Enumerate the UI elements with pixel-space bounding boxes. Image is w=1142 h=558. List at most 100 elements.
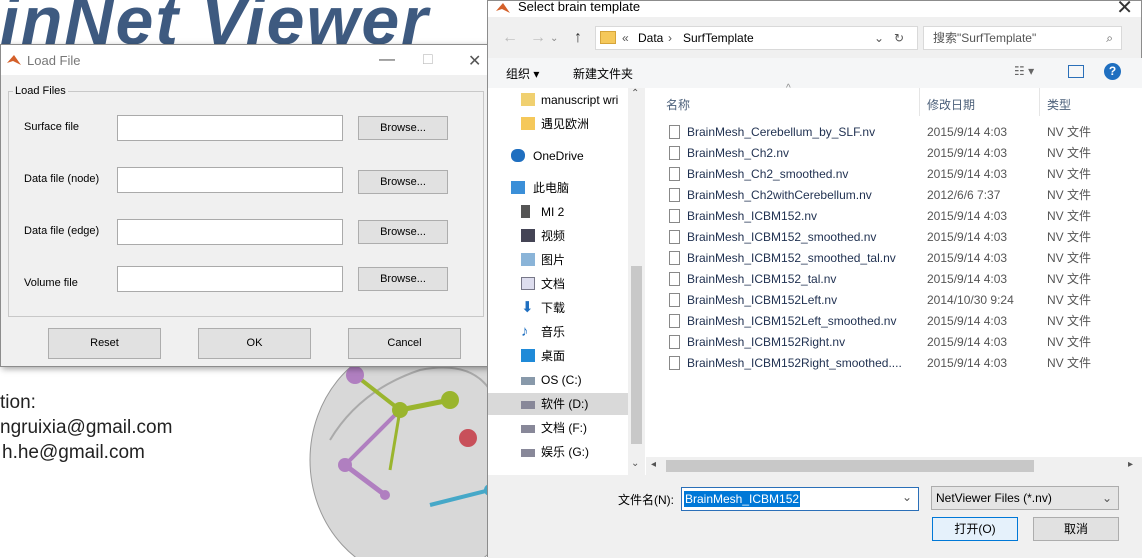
refresh-icon[interactable]: ↻ [894,27,904,49]
scroll-thumb[interactable] [631,266,642,444]
nav-label: 图片 [541,253,566,267]
file-row[interactable]: BrainMesh_ICBM152Left.nv 2014/10/30 9:24 N… [666,290,1136,311]
chevron-down-icon[interactable]: ⌄ [550,33,558,44]
nav-item-videos[interactable]: 视频 [488,225,628,247]
nav-item-folder[interactable]: 遇见欧洲 [488,113,628,135]
nav-item-drive-d[interactable]: 软件 (D:) [488,393,628,415]
cancel-button[interactable]: 取消 [1033,517,1119,541]
ok-button[interactable]: OK [198,328,311,359]
file-type: NV 文件 [1047,272,1092,286]
open-button[interactable]: 打开(O) [932,517,1018,541]
nav-item-pictures[interactable]: 图片 [488,249,628,271]
file-row[interactable]: BrainMesh_Ch2.nv 2015/9/14 4:03 NV 文件 [666,143,1136,164]
scroll-up-icon[interactable]: ⌃ [631,88,639,99]
nav-item-desktop[interactable]: 桌面 [488,345,628,367]
computer-icon [511,181,525,194]
sort-arrow-icon: ^ [786,83,791,94]
node-file-input[interactable] [117,167,343,193]
surface-file-input[interactable] [117,115,343,141]
file-name: BrainMesh_ICBM152Left_smoothed.nv [687,314,897,328]
file-row[interactable]: BrainMesh_ICBM152_tal.nv 2015/9/14 4:03 NV… [666,269,1136,290]
organize-menu[interactable]: 组织 ▾ [506,65,539,82]
new-folder-button[interactable]: 新建文件夹 [573,65,633,82]
volume-file-input[interactable] [117,266,343,292]
volume-browse-button[interactable]: Browse... [358,267,448,291]
minimize-icon[interactable]: — [379,51,395,69]
file-icon [669,209,680,223]
file-row[interactable]: BrainMesh_Ch2withCerebellum.nv 2012/6/6 7… [666,185,1136,206]
filename-input[interactable]: BrainMesh_ICBM152 ⌄ [681,487,919,511]
nav-item-mi2[interactable]: MI 2 [488,201,628,223]
nav-label: 桌面 [541,349,566,363]
cancel-button[interactable]: Cancel [348,328,461,359]
file-date: 2015/9/14 4:03 [927,335,1008,349]
help-icon[interactable]: ? [1104,63,1121,80]
nav-item-onedrive[interactable]: OneDrive [488,145,628,167]
back-arrow-icon[interactable]: ← [502,29,518,47]
search-input[interactable]: 搜索"SurfTemplate" ⌕ [923,26,1122,50]
column-date[interactable]: 修改日期 [927,96,975,113]
address-bar[interactable]: « Data › SurfTemplate ⌄ ↻ [595,26,918,50]
chevron-down-icon[interactable]: ⌄ [1102,487,1112,509]
scroll-right-icon[interactable]: ▸ [1128,459,1133,470]
file-name: BrainMesh_ICBM152.nv [687,209,818,223]
nav-label: 视频 [541,229,566,243]
forward-arrow-icon[interactable]: → [530,29,546,47]
file-date: 2015/9/14 4:03 [927,314,1008,328]
document-icon [521,277,535,290]
nav-item-drive-c[interactable]: OS (C:) [488,369,628,391]
breadcrumb-data[interactable]: Data [638,27,663,49]
file-date: 2015/9/14 4:03 [927,251,1008,265]
horizontal-scrollbar[interactable]: ◂ ▸ [646,457,1142,475]
breadcrumb-overflow[interactable]: « [622,27,629,49]
nav-item-documents[interactable]: 文档 [488,273,628,295]
file-row[interactable]: BrainMesh_Cerebellum_by_SLF.nv 2015/9/14 … [666,122,1136,143]
nav-item-this-pc[interactable]: 此电脑 [488,177,628,199]
maximize-icon[interactable]: □ [423,51,433,69]
column-name[interactable]: 名称 [666,96,690,113]
load-dialog-title: Load File [27,52,81,68]
nav-item-drive-g[interactable]: 娱乐 (G:) [488,441,628,463]
reset-button[interactable]: Reset [48,328,161,359]
file-row[interactable]: BrainMesh_ICBM152_smoothed_tal.nv 2015/9/… [666,248,1136,269]
up-arrow-icon[interactable]: ↑ [574,29,582,47]
column-type[interactable]: 类型 [1047,96,1071,113]
nav-item-music[interactable]: ♪ 音乐 [488,321,628,343]
scroll-thumb[interactable] [666,460,1034,472]
edge-browse-button[interactable]: Browse... [358,220,448,244]
file-row[interactable]: BrainMesh_ICBM152Left_smoothed.nv 2015/9/… [666,311,1136,332]
close-icon[interactable]: ✕ [468,51,481,71]
nav-scrollbar[interactable]: ⌃ ⌄ [628,88,645,475]
file-row[interactable]: BrainMesh_ICBM152Right.nv 2015/9/14 4:03 N… [666,332,1136,353]
dialog-footer: 文件名(N): BrainMesh_ICBM152 ⌄ NetViewer Fi… [488,475,1142,558]
preview-pane-icon[interactable] [1068,65,1084,78]
file-type: NV 文件 [1047,188,1092,202]
nav-item-drive-f[interactable]: 文档 (F:) [488,417,628,439]
node-browse-button[interactable]: Browse... [358,170,448,194]
select-dialog-titlebar: Select brain template ✕ [488,0,1141,20]
nav-item-downloads[interactable]: ⬇ 下载 [488,297,628,319]
filename-label: 文件名(N): [618,493,674,507]
close-icon[interactable]: ✕ [1116,0,1133,20]
surface-browse-button[interactable]: Browse... [358,116,448,140]
file-row[interactable]: BrainMesh_ICBM152.nv 2015/9/14 4:03 NV 文件 [666,206,1136,227]
file-name: BrainMesh_ICBM152_smoothed.nv [687,230,877,244]
nav-label: 文档 (F:) [541,421,587,435]
video-icon [521,229,535,242]
file-type: NV 文件 [1047,356,1092,370]
nav-label: OS (C:) [541,373,582,387]
scroll-down-icon[interactable]: ⌄ [631,458,639,469]
file-row[interactable]: BrainMesh_Ch2_smoothed.nv 2015/9/14 4:03 N… [666,164,1136,185]
file-row[interactable]: BrainMesh_ICBM152Right_smoothed.... 2015/… [666,353,1136,374]
chevron-down-icon[interactable]: ⌄ [874,27,884,49]
scroll-left-icon[interactable]: ◂ [651,459,656,470]
breadcrumb-surftemplate[interactable]: SurfTemplate [683,27,754,49]
edge-file-input[interactable] [117,219,343,245]
contact-info: tion: ngruixia@gmail.com h.he@gmail.com [0,390,172,465]
file-date: 2015/9/14 4:03 [927,167,1008,181]
nav-item-manuscript[interactable]: manuscript wri [488,89,628,111]
chevron-down-icon[interactable]: ⌄ [902,490,912,504]
file-type-select[interactable]: NetViewer Files (*.nv) ⌄ [931,486,1119,510]
view-options-icon[interactable]: ☷ ▾ [1014,64,1034,78]
file-row[interactable]: BrainMesh_ICBM152_smoothed.nv 2015/9/14 4… [666,227,1136,248]
